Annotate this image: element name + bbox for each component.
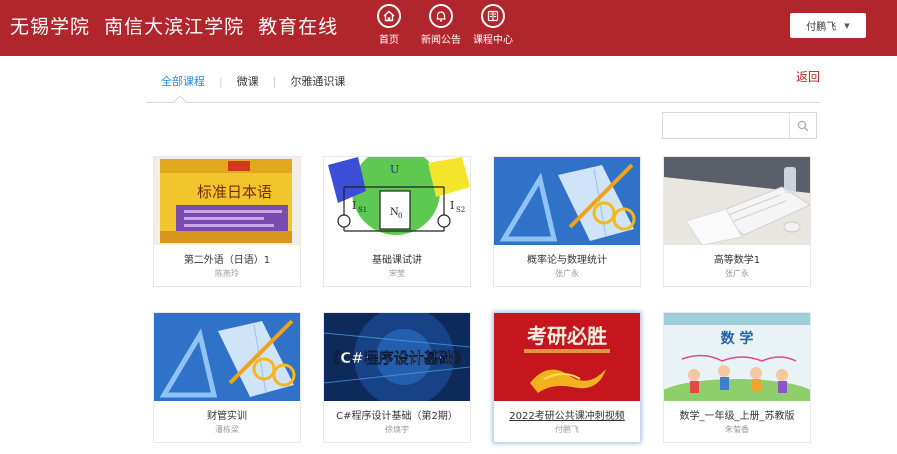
home-icon — [377, 4, 401, 28]
course-cover-image: 考研必胜 — [494, 313, 640, 401]
course-cover-image — [494, 157, 640, 245]
svg-text:U: U — [390, 163, 399, 176]
course-teacher: 付鹏飞 — [555, 425, 579, 434]
tab-all-courses[interactable]: 全部课程 — [161, 73, 205, 89]
search-button[interactable] — [789, 113, 816, 138]
course-title: 财管实训 — [207, 411, 247, 422]
course-card[interactable]: 高等数学1 张广永 — [663, 156, 811, 287]
bell-icon — [429, 4, 453, 28]
user-menu-button[interactable]: 付鹏飞 ▼ — [790, 13, 866, 38]
active-tab-pointer — [173, 95, 187, 103]
course-cover-image: 标准日本语 — [154, 157, 300, 245]
course-card[interactable]: 《C#程序设计基础》 C#程序设计基础（第2期） 徐焕宇 — [323, 312, 471, 443]
course-teacher: 张广永 — [725, 269, 749, 278]
course-title: C#程序设计基础（第2期） — [336, 411, 458, 422]
notebook-ruler-cover — [154, 313, 300, 401]
course-card[interactable]: 标准日本语 第二外语（日语）1 陈燕玲 — [153, 156, 301, 287]
back-link[interactable]: 返回 — [796, 68, 820, 85]
course-tabs: 全部课程 | 微课 | 尔雅通识课 返回 — [146, 64, 820, 103]
course-title: 概率论与数理统计 — [527, 255, 607, 266]
course-cover-image — [154, 313, 300, 401]
search-input[interactable] — [663, 113, 790, 138]
brand-title: 无锡学院 南信大滨江学院 教育在线 — [10, 16, 339, 38]
tab-divider: | — [272, 74, 277, 88]
main-nav: 首页 新闻公告 课程中心 — [366, 4, 522, 46]
course-card[interactable]: U I S1 N 0 I S2 基础课试讲 宋莹 — [323, 156, 471, 287]
course-cover-image: U I S1 N 0 I S2 — [324, 157, 470, 245]
course-title: 高等数学1 — [713, 255, 761, 266]
course-card[interactable]: 财管实训 潘栋梁 — [153, 312, 301, 443]
tab-micro-courses[interactable]: 微课 — [237, 73, 259, 89]
nav-home-label: 首页 — [379, 35, 399, 46]
user-name: 付鹏飞 — [806, 22, 837, 33]
tab-erya-courses[interactable]: 尔雅通识课 — [290, 73, 345, 89]
cover-banner-text: 数 学 — [721, 330, 754, 347]
exam-cover: 考研必胜 — [494, 313, 640, 401]
svg-text:S2: S2 — [456, 206, 465, 214]
course-title: 2022考研公共课冲刺视频 — [509, 411, 625, 422]
course-title: 第二外语（日语）1 — [183, 255, 271, 266]
course-title: 基础课试讲 — [372, 255, 422, 266]
search-icon — [797, 120, 809, 131]
course-teacher: 宋莹 — [389, 269, 405, 278]
svg-text:I: I — [450, 199, 454, 212]
course-cover-image — [664, 157, 810, 245]
caret-down-icon: ▼ — [844, 21, 850, 30]
course-search — [662, 112, 817, 139]
course-cover-image: 数 学 — [664, 313, 810, 401]
course-teacher: 陈燕玲 — [215, 269, 239, 278]
cover-banner-text: 考研必胜 — [527, 324, 607, 348]
programming-cover: 《C#程序设计基础》 — [324, 313, 470, 401]
course-card[interactable]: 概率论与数理统计 张广永 — [493, 156, 641, 287]
tab-list: 全部课程 | 微课 | 尔雅通识课 — [161, 73, 345, 89]
book-title-text: 标准日本语 — [197, 183, 272, 201]
tab-divider: | — [219, 74, 223, 88]
nav-home[interactable]: 首页 — [366, 4, 412, 46]
nav-course-center-label: 课程中心 — [473, 35, 513, 46]
svg-text:S1: S1 — [358, 206, 367, 214]
course-cover-image: 《C#程序设计基础》 — [324, 313, 470, 401]
svg-text:0: 0 — [398, 212, 402, 220]
course-teacher: 潘栋梁 — [215, 425, 239, 434]
math-textbook-cover: 数 学 — [664, 313, 810, 401]
nav-news[interactable]: 新闻公告 — [418, 4, 464, 46]
course-teacher: 张广永 — [555, 269, 579, 278]
desk-laptop-cover — [664, 157, 810, 245]
book-icon — [481, 4, 505, 28]
course-teacher: 朱菊香 — [725, 425, 749, 434]
nav-course-center[interactable]: 课程中心 — [470, 4, 516, 46]
course-teacher: 徐焕宇 — [385, 425, 409, 434]
notebook-ruler-cover — [494, 157, 640, 245]
japanese-textbook-cover: 标准日本语 — [154, 157, 300, 245]
nav-news-label: 新闻公告 — [421, 35, 461, 46]
course-card[interactable]: 考研必胜 2022考研公共课冲刺视频 付鹏飞 — [493, 312, 641, 443]
course-title: 数学_一年级_上册_苏教版 — [679, 411, 795, 422]
top-bar: 无锡学院 南信大滨江学院 教育在线 首页 新闻公告 课程中心 付鹏飞 ▼ — [0, 0, 897, 56]
cover-banner-text: 《C#程序设计基础》 — [325, 349, 469, 367]
course-card[interactable]: 数 学 数学_一年级_上册_苏教版 朱菊香 — [663, 312, 811, 443]
circuit-diagram-cover: U I S1 N 0 I S2 — [324, 157, 470, 245]
svg-text:I: I — [352, 199, 356, 212]
